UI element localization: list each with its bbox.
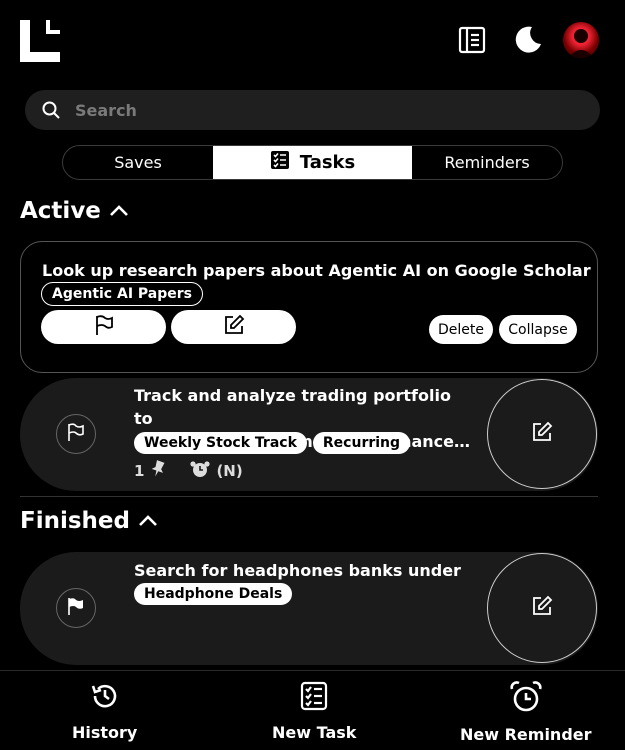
nav-label: New Task xyxy=(272,723,357,742)
task-meta: 1 (N) xyxy=(134,460,243,482)
edit-icon xyxy=(531,421,553,447)
flag-button[interactable] xyxy=(41,310,166,344)
pin-icon xyxy=(150,460,166,482)
tab-bar: Saves Tasks Reminders xyxy=(62,145,563,180)
divider xyxy=(20,496,598,497)
edit-button[interactable] xyxy=(487,553,597,663)
delete-button[interactable]: Delete xyxy=(429,315,493,344)
flag-button[interactable] xyxy=(56,414,96,454)
nav-label: History xyxy=(72,723,138,742)
chevron-up-icon xyxy=(138,508,158,534)
flag-filled-icon xyxy=(66,596,86,620)
task-title-line: Track and analyze trading portfolio to xyxy=(134,386,451,428)
header xyxy=(0,0,625,80)
alarm-clock-icon xyxy=(190,460,211,482)
section-title: Finished xyxy=(20,508,130,534)
edit-button[interactable] xyxy=(171,310,296,344)
tab-label: Reminders xyxy=(444,153,530,172)
task-tag[interactable]: Headphone Deals xyxy=(134,583,293,605)
search-bar[interactable] xyxy=(25,90,600,130)
task-row[interactable]: Track and analyze trading portfolio to e… xyxy=(20,378,598,491)
edit-icon xyxy=(223,314,245,340)
task-card-expanded[interactable]: Look up research papers about Agentic AI… xyxy=(20,241,598,373)
task-tag[interactable]: Recurring xyxy=(312,432,411,454)
bottom-nav: History New Task New Reminder xyxy=(0,670,625,750)
task-row-finished[interactable]: Search for headphones banks under $80 He… xyxy=(20,552,598,665)
task-title: Look up research papers about Agentic AI… xyxy=(42,261,591,280)
app-logo[interactable] xyxy=(20,20,62,62)
nav-label: New Reminder xyxy=(460,725,592,744)
avatar[interactable] xyxy=(563,22,599,58)
tab-reminders[interactable]: Reminders xyxy=(412,146,562,179)
collapse-button[interactable]: Collapse xyxy=(499,315,577,344)
nav-new-reminder[interactable]: New Reminder xyxy=(460,681,592,744)
tab-tasks[interactable]: Tasks xyxy=(213,146,412,179)
tab-label: Tasks xyxy=(299,152,356,173)
flag-outline-icon xyxy=(66,422,86,446)
flag-icon xyxy=(93,314,115,340)
tasks-icon xyxy=(270,150,290,175)
flag-button[interactable] xyxy=(56,588,96,628)
edit-button[interactable] xyxy=(487,379,597,489)
tab-label: Saves xyxy=(114,153,162,172)
notebook-icon[interactable] xyxy=(456,24,488,56)
section-title: Active xyxy=(20,198,101,224)
section-finished-header[interactable]: Finished xyxy=(20,508,158,534)
task-tags: Headphone Deals xyxy=(134,583,293,605)
task-tags: Weekly Stock Track Recurring xyxy=(134,432,411,454)
chevron-up-icon xyxy=(109,198,129,224)
task-tag[interactable]: Weekly Stock Track xyxy=(134,432,307,454)
tasks-icon xyxy=(300,681,328,715)
section-active-header[interactable]: Active xyxy=(20,198,129,224)
search-input[interactable] xyxy=(75,100,575,120)
task-tag[interactable]: Agentic AI Papers xyxy=(41,282,203,306)
history-icon xyxy=(90,681,120,715)
alarm-clock-icon xyxy=(509,681,543,717)
search-icon xyxy=(41,100,61,120)
moon-icon[interactable] xyxy=(512,24,544,56)
nav-new-task[interactable]: New Task xyxy=(272,681,356,742)
schedule-label: (N) xyxy=(216,462,243,480)
run-count: 1 xyxy=(134,462,145,480)
edit-icon xyxy=(531,595,553,621)
nav-history[interactable]: History xyxy=(72,681,137,742)
tab-saves[interactable]: Saves xyxy=(63,146,213,179)
